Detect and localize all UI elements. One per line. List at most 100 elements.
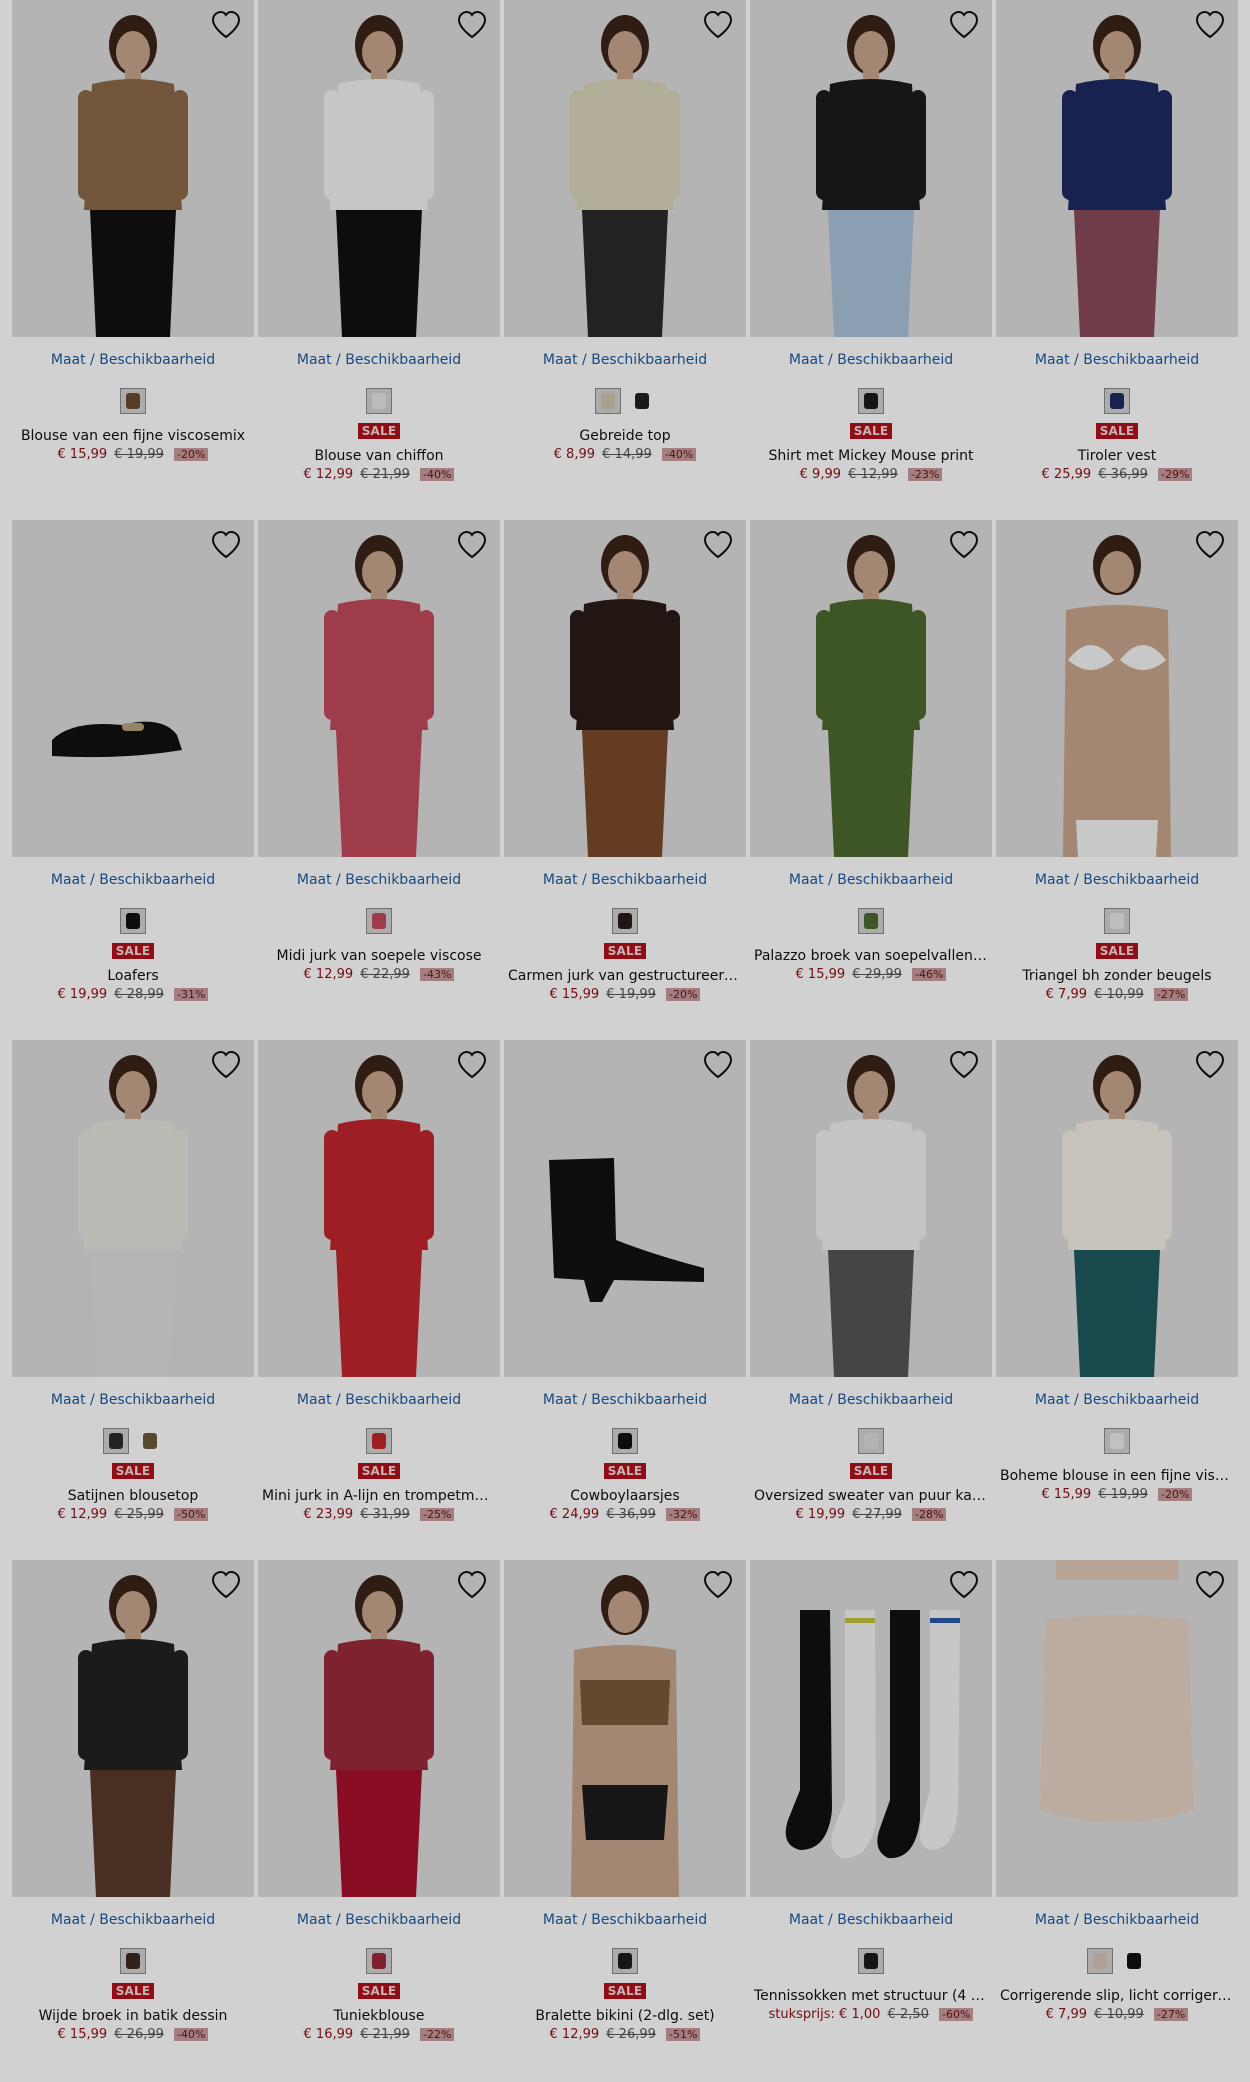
product-image[interactable] (750, 520, 992, 857)
wishlist-heart-icon[interactable] (456, 10, 488, 40)
product-title[interactable]: Oversized sweater van puur katoen (750, 1486, 992, 1506)
product-title[interactable]: Tiroler vest (996, 446, 1238, 466)
product-title[interactable]: Tuniekblouse (258, 2006, 500, 2026)
color-swatch[interactable] (612, 1428, 638, 1454)
product-image[interactable] (258, 520, 500, 857)
product-card[interactable]: Maat / Beschikbaarheid Corrigerende slip… (996, 1560, 1238, 2080)
wishlist-heart-icon[interactable] (210, 1570, 242, 1600)
product-title[interactable]: Triangel bh zonder beugels (996, 966, 1238, 986)
wishlist-heart-icon[interactable] (1194, 1570, 1226, 1600)
wishlist-heart-icon[interactable] (702, 10, 734, 40)
product-card[interactable]: Maat / Beschikbaarheid Gebreide top € 8,… (504, 0, 746, 520)
color-swatch[interactable] (137, 1428, 163, 1454)
wishlist-heart-icon[interactable] (1194, 530, 1226, 560)
color-swatch[interactable] (858, 1948, 884, 1974)
color-swatch[interactable] (1104, 908, 1130, 934)
size-availability-link[interactable]: Maat / Beschikbaarheid (504, 1910, 746, 1930)
size-availability-link[interactable]: Maat / Beschikbaarheid (750, 1390, 992, 1410)
wishlist-heart-icon[interactable] (1194, 10, 1226, 40)
product-card[interactable]: Maat / Beschikbaarheid Blouse van een fi… (12, 0, 254, 520)
product-title[interactable]: Blouse van een fijne viscosemix (12, 426, 254, 446)
color-swatch[interactable] (120, 388, 146, 414)
wishlist-heart-icon[interactable] (702, 1050, 734, 1080)
wishlist-heart-icon[interactable] (1194, 1050, 1226, 1080)
product-image[interactable] (258, 1560, 500, 1897)
product-title[interactable]: Midi jurk van soepele viscose (258, 946, 500, 966)
product-title[interactable]: Tennissokken met structuur (4 paar) (750, 1986, 992, 2006)
product-card[interactable]: Maat / Beschikbaarheid SALE Cowboylaarsj… (504, 1040, 746, 1560)
wishlist-heart-icon[interactable] (210, 1050, 242, 1080)
wishlist-heart-icon[interactable] (948, 1050, 980, 1080)
product-image[interactable] (504, 1040, 746, 1377)
product-card[interactable]: Maat / Beschikbaarheid SALE Wijde broek … (12, 1560, 254, 2080)
product-card[interactable]: Maat / Beschikbaarheid SALE Oversized sw… (750, 1040, 992, 1560)
product-image[interactable] (504, 0, 746, 337)
wishlist-heart-icon[interactable] (948, 1570, 980, 1600)
product-card[interactable]: Maat / Beschikbaarheid SALE Bralette bik… (504, 1560, 746, 2080)
color-swatch[interactable] (858, 908, 884, 934)
product-image[interactable] (12, 520, 254, 857)
size-availability-link[interactable]: Maat / Beschikbaarheid (750, 870, 992, 890)
size-availability-link[interactable]: Maat / Beschikbaarheid (504, 870, 746, 890)
product-title[interactable]: Satijnen blousetop (12, 1486, 254, 1506)
wishlist-heart-icon[interactable] (702, 530, 734, 560)
color-swatch[interactable] (1087, 1948, 1113, 1974)
product-image[interactable] (750, 1560, 992, 1897)
product-image[interactable] (12, 1560, 254, 1897)
color-swatch[interactable] (612, 908, 638, 934)
product-image[interactable] (996, 1560, 1238, 1897)
size-availability-link[interactable]: Maat / Beschikbaarheid (996, 870, 1238, 890)
product-image[interactable] (12, 0, 254, 337)
product-title[interactable]: Boheme blouse in een fijne viscose... (996, 1466, 1238, 1486)
wishlist-heart-icon[interactable] (456, 1050, 488, 1080)
product-title[interactable]: Shirt met Mickey Mouse print (750, 446, 992, 466)
product-image[interactable] (750, 1040, 992, 1377)
product-card[interactable]: Maat / Beschikbaarheid SALE Loafers € 19… (12, 520, 254, 1040)
color-swatch[interactable] (120, 1948, 146, 1974)
size-availability-link[interactable]: Maat / Beschikbaarheid (504, 1390, 746, 1410)
product-image[interactable] (996, 1040, 1238, 1377)
color-swatch[interactable] (629, 388, 655, 414)
wishlist-heart-icon[interactable] (948, 530, 980, 560)
color-swatch[interactable] (1104, 1428, 1130, 1454)
product-image[interactable] (258, 0, 500, 337)
product-card[interactable]: Maat / Beschikbaarheid Midi jurk van soe… (258, 520, 500, 1040)
wishlist-heart-icon[interactable] (948, 10, 980, 40)
size-availability-link[interactable]: Maat / Beschikbaarheid (996, 1390, 1238, 1410)
color-swatch[interactable] (366, 1428, 392, 1454)
product-title[interactable]: Mini jurk in A-lijn en trompetmouwen (258, 1486, 500, 1506)
product-image[interactable] (504, 520, 746, 857)
product-card[interactable]: Maat / Beschikbaarheid SALE Carmen jurk … (504, 520, 746, 1040)
color-swatch[interactable] (1104, 388, 1130, 414)
product-title[interactable]: Loafers (12, 966, 254, 986)
product-image[interactable] (996, 0, 1238, 337)
size-availability-link[interactable]: Maat / Beschikbaarheid (504, 350, 746, 370)
size-availability-link[interactable]: Maat / Beschikbaarheid (750, 1910, 992, 1930)
product-title[interactable]: Blouse van chiffon (258, 446, 500, 466)
product-title[interactable]: Carmen jurk van gestructureerde c... (504, 966, 746, 986)
product-card[interactable]: Maat / Beschikbaarheid SALE Shirt met Mi… (750, 0, 992, 520)
product-title[interactable]: Gebreide top (504, 426, 746, 446)
wishlist-heart-icon[interactable] (210, 10, 242, 40)
product-image[interactable] (996, 520, 1238, 857)
color-swatch[interactable] (595, 388, 621, 414)
product-card[interactable]: Maat / Beschikbaarheid SALE Blouse van c… (258, 0, 500, 520)
size-availability-link[interactable]: Maat / Beschikbaarheid (996, 350, 1238, 370)
color-swatch[interactable] (612, 1948, 638, 1974)
product-title[interactable]: Cowboylaarsjes (504, 1486, 746, 1506)
product-title[interactable]: Corrigerende slip, licht corrigerend (996, 1986, 1238, 2006)
size-availability-link[interactable]: Maat / Beschikbaarheid (750, 350, 992, 370)
color-swatch[interactable] (858, 1428, 884, 1454)
color-swatch[interactable] (366, 388, 392, 414)
color-swatch[interactable] (120, 908, 146, 934)
wishlist-heart-icon[interactable] (210, 530, 242, 560)
size-availability-link[interactable]: Maat / Beschikbaarheid (258, 1390, 500, 1410)
product-card[interactable]: Maat / Beschikbaarheid Palazzo broek van… (750, 520, 992, 1040)
size-availability-link[interactable]: Maat / Beschikbaarheid (12, 1910, 254, 1930)
product-card[interactable]: Maat / Beschikbaarheid SALE Mini jurk in… (258, 1040, 500, 1560)
product-title[interactable]: Palazzo broek van soepelvallend sa... (750, 946, 992, 966)
product-image[interactable] (258, 1040, 500, 1377)
size-availability-link[interactable]: Maat / Beschikbaarheid (996, 1910, 1238, 1930)
product-card[interactable]: Maat / Beschikbaarheid SALE Tuniekblouse… (258, 1560, 500, 2080)
product-title[interactable]: Bralette bikini (2-dlg. set) (504, 2006, 746, 2026)
